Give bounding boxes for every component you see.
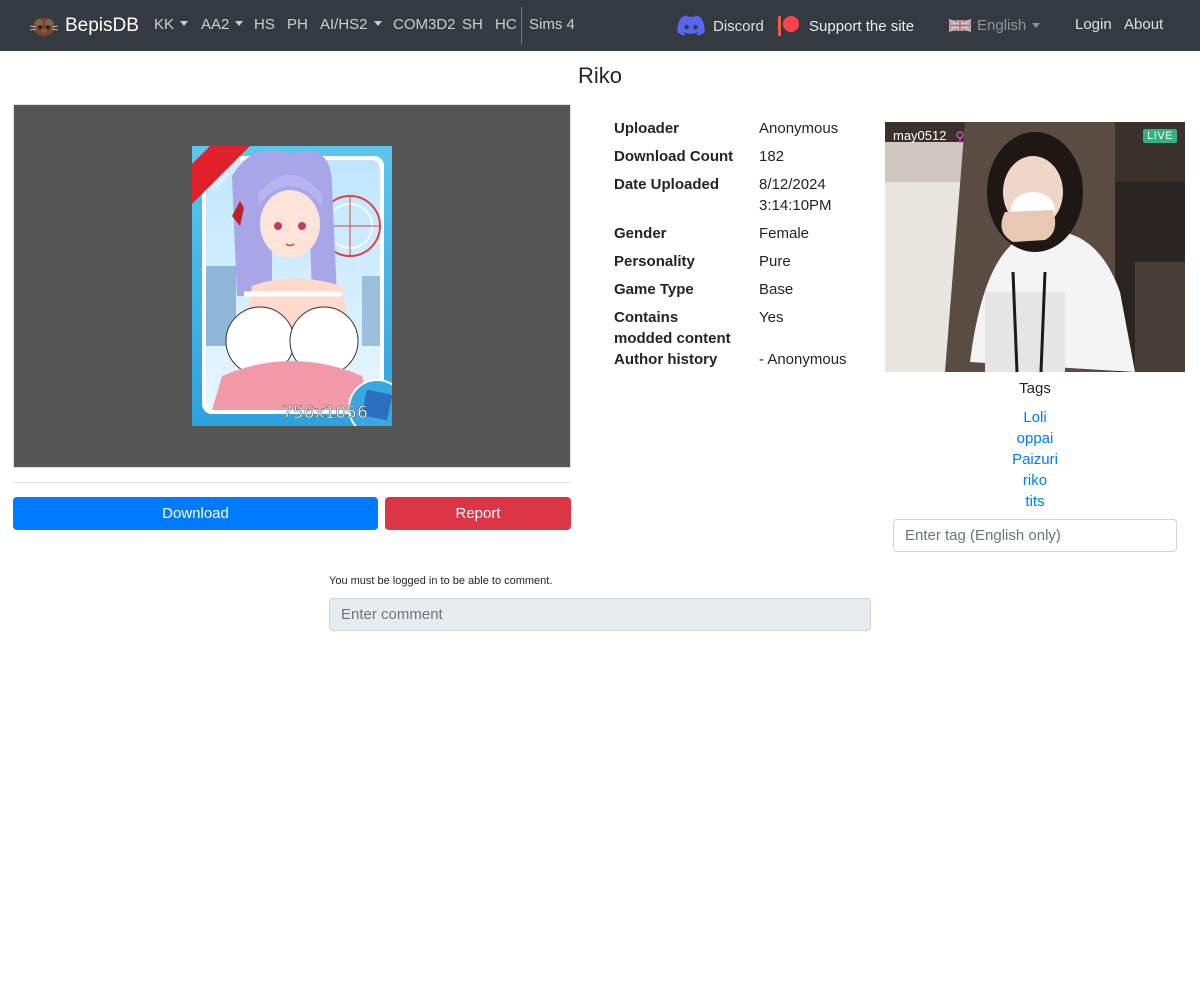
discord-label: Discord — [713, 17, 764, 35]
info-label: Download Count — [614, 148, 734, 165]
divider — [13, 482, 571, 483]
tag-link[interactable]: oppai — [885, 428, 1185, 449]
info-label: Gender — [614, 225, 667, 242]
info-label: Contains modded content — [614, 309, 731, 347]
nav-hc-link[interactable]: HC — [495, 0, 517, 51]
uk-flag-icon — [949, 19, 971, 32]
tag-link[interactable]: Loli — [885, 407, 1185, 428]
info-label: Date Uploaded — [614, 176, 720, 193]
tag-input[interactable] — [893, 519, 1177, 552]
comment-input[interactable] — [329, 598, 871, 631]
gender-value: Female — [759, 225, 810, 242]
report-button[interactable]: Report — [385, 497, 571, 530]
language-dropdown[interactable]: English — [949, 0, 1041, 51]
card-preview-panel: CHARA DATA 756x1056 — [13, 104, 571, 468]
tags-list: Loli oppai Paizuri riko tits — [885, 407, 1185, 512]
top-navbar: BepisDB KK AA2 HS PH AI/HS2 COM3D2 SH HC… — [0, 0, 1200, 51]
patreon-icon — [778, 16, 799, 36]
download-button[interactable]: Download — [13, 497, 378, 530]
page-title: Riko — [577, 63, 622, 88]
live-stream-thumbnail — [885, 122, 1185, 372]
discord-icon — [677, 15, 705, 36]
info-row-date-uploaded: Date Uploaded 8/12/2024 3:14:10PM — [614, 174, 874, 216]
nav-hs-link[interactable]: HS — [254, 0, 275, 51]
author-history-link[interactable]: - Anonymous — [759, 349, 874, 370]
live-stream-ad[interactable]: may0512 LIVE — [885, 122, 1185, 372]
support-label: Support the site — [809, 17, 915, 35]
info-label: Uploader — [614, 120, 680, 137]
date-uploaded-value: 8/12/2024 3:14:10PM — [759, 176, 832, 214]
info-row-game-type: Game Type Base — [614, 279, 874, 300]
brand-name: BepisDB — [65, 14, 139, 36]
support-link[interactable]: Support the site — [777, 14, 914, 38]
nav-com3d2-link[interactable]: COM3D2 — [393, 0, 456, 51]
info-row-uploader: Uploader Anonymous — [614, 118, 874, 139]
info-label: Game Type — [614, 281, 694, 298]
nav-aa2-dropdown[interactable]: AA2 — [201, 0, 243, 51]
modded-content-value: Yes — [759, 309, 784, 326]
bepis-logo-icon — [29, 17, 59, 36]
nav-kk-dropdown[interactable]: KK — [154, 0, 188, 51]
login-link[interactable]: Login — [1075, 0, 1112, 51]
info-row-modded-content: Contains modded content Yes — [614, 307, 874, 349]
info-label: Author history — [614, 351, 718, 368]
character-card-image[interactable]: CHARA DATA 756x1056 — [192, 146, 392, 426]
info-row-gender: Gender Female — [614, 223, 874, 244]
streamer-username: may0512 — [893, 128, 947, 143]
download-count-value: 182 — [759, 148, 785, 165]
game-type-value: Base — [759, 281, 794, 298]
tag-link[interactable]: tits — [885, 491, 1185, 512]
discord-link[interactable]: Discord — [677, 14, 764, 38]
nav-ai-hs2-dropdown[interactable]: AI/HS2 — [320, 0, 382, 51]
chevron-down-icon — [1032, 23, 1041, 28]
uploader-value: Anonymous — [759, 120, 839, 137]
comment-login-note: You must be logged in to be able to comm… — [329, 575, 553, 587]
female-icon — [956, 131, 964, 143]
info-label: Personality — [614, 253, 695, 270]
tag-link[interactable]: riko — [885, 470, 1185, 491]
about-link[interactable]: About — [1124, 0, 1163, 51]
brand-link[interactable]: BepisDB — [28, 0, 139, 51]
tag-link[interactable]: Paizuri — [885, 449, 1185, 470]
info-row-download-count: Download Count 182 — [614, 146, 874, 167]
nav-divider — [521, 7, 522, 44]
language-label: English — [977, 17, 1027, 34]
personality-value: Pure — [759, 253, 791, 270]
nav-ph-link[interactable]: PH — [287, 0, 308, 51]
live-badge: LIVE — [1143, 129, 1177, 143]
info-row-author-history: Author history - Anonymous — [614, 349, 874, 370]
card-size-label: 756x1056 — [282, 403, 368, 423]
nav-sims4-link[interactable]: Sims 4 — [529, 0, 575, 51]
nav-sh-link[interactable]: SH — [462, 0, 483, 51]
tags-heading: Tags — [1019, 380, 1051, 397]
info-row-personality: Personality Pure — [614, 251, 874, 272]
card-info-table: Uploader Anonymous Download Count 182 Da… — [614, 118, 874, 370]
